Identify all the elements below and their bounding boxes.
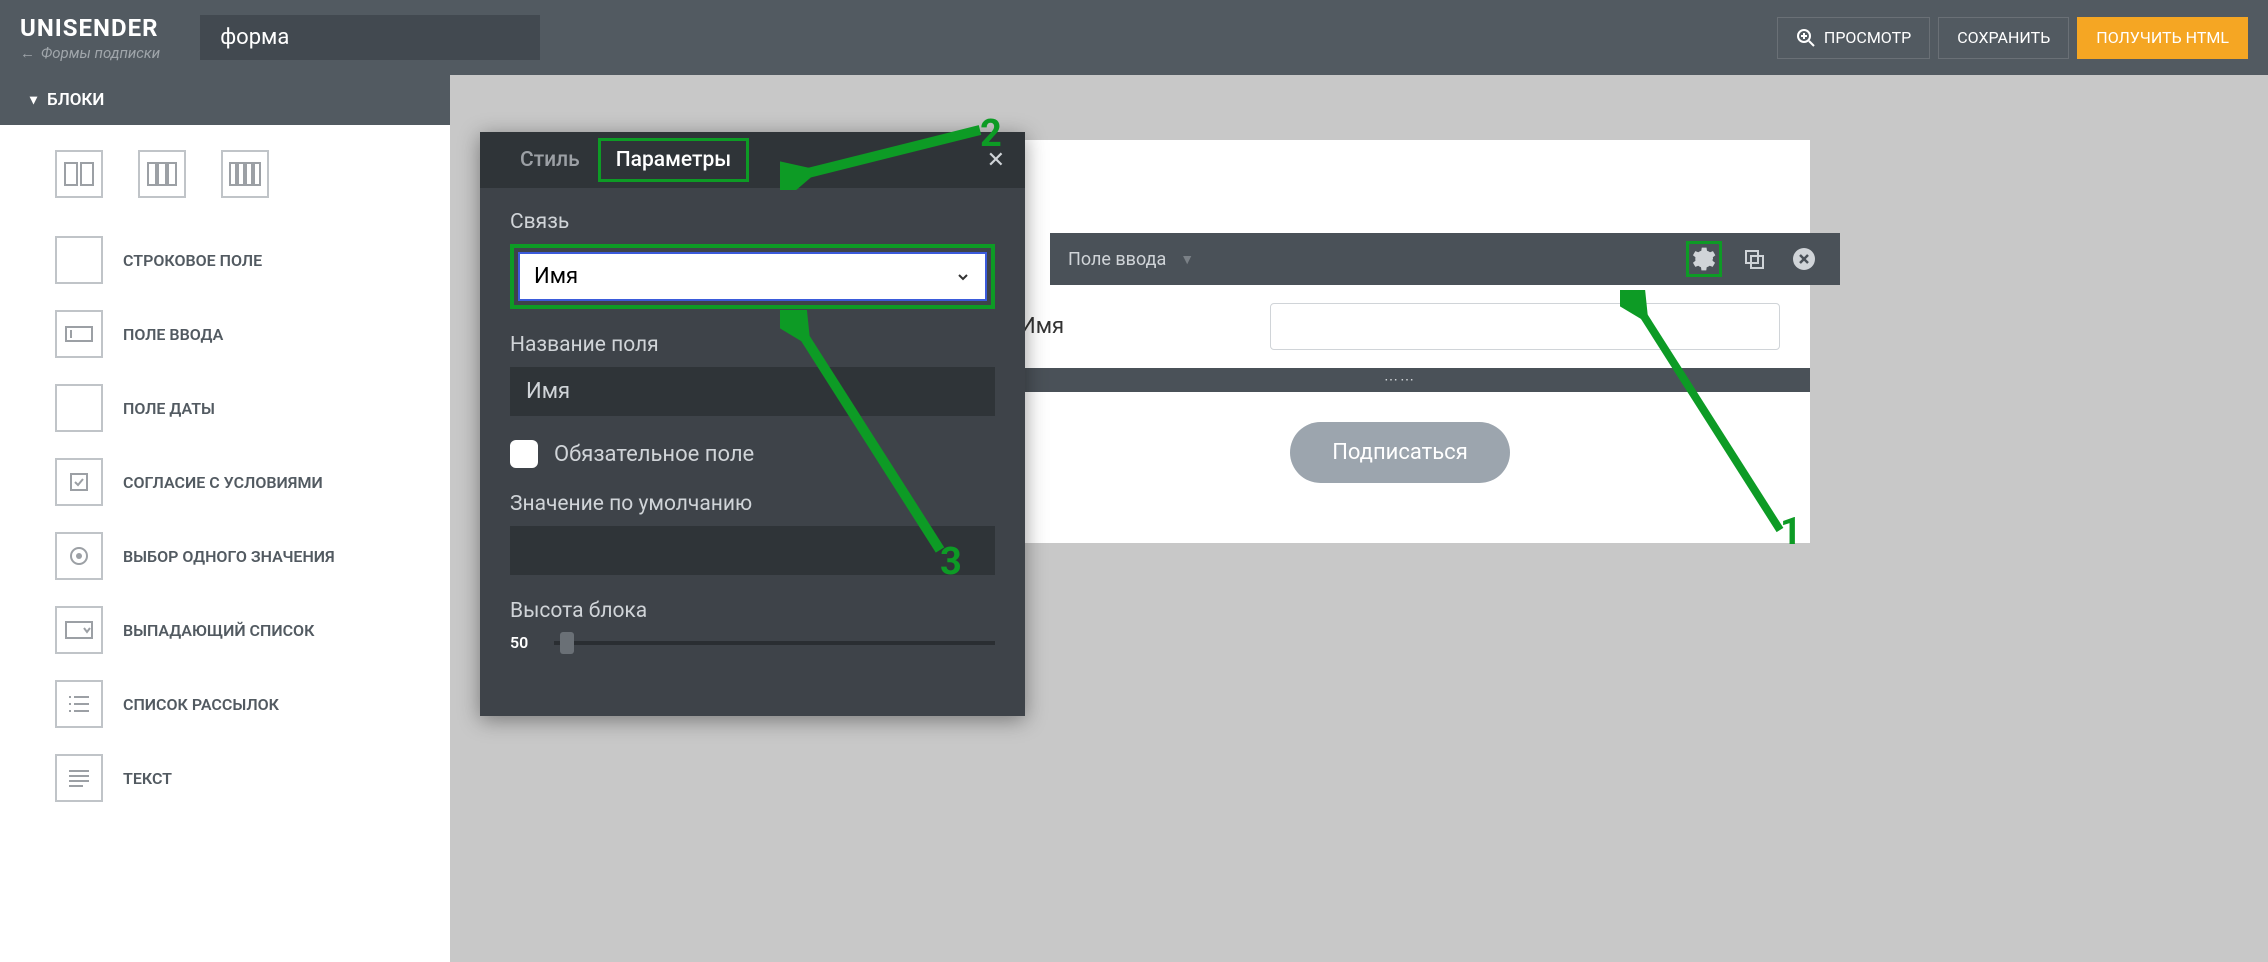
required-label: Обязательное поле <box>554 442 754 467</box>
duplicate-button[interactable] <box>1736 241 1772 277</box>
block-dropdown[interactable]: ВЫПАДАЮЩИЙ СПИСОК <box>0 593 450 667</box>
link-select-highlight: Имя <box>510 244 995 309</box>
columns-1-icon[interactable] <box>55 150 103 198</box>
save-button[interactable]: СОХРАНИТЬ <box>1938 17 2069 59</box>
input-field-icon <box>55 310 103 358</box>
slider-value: 50 <box>510 633 540 652</box>
block-label: СПИСОК РАССЫЛОК <box>123 695 279 714</box>
block-label: ПОЛЕ ДАТЫ <box>123 399 215 418</box>
date-field-icon <box>55 384 103 432</box>
block-label: ВЫПАДАЮЩИЙ СПИСОК <box>123 621 314 640</box>
slider-thumb[interactable] <box>560 632 574 654</box>
gear-icon <box>1692 247 1716 271</box>
block-label: СТРОКОВОЕ ПОЛЕ <box>123 251 262 270</box>
block-consent[interactable]: СОГЛАСИЕ С УСЛОВИЯМИ <box>0 445 450 519</box>
sidebar-section-header[interactable]: БЛОКИ <box>0 75 450 125</box>
string-field-icon <box>55 236 103 284</box>
preview-button[interactable]: ПРОСМОТР <box>1777 17 1930 59</box>
radio-icon <box>55 532 103 580</box>
field-label: Имя <box>1020 314 1250 339</box>
magnifier-plus-icon <box>1796 28 1816 48</box>
form-name-input[interactable] <box>200 15 540 60</box>
dropdown-icon <box>55 606 103 654</box>
block-radio[interactable]: ВЫБОР ОДНОГО ЗНАЧЕНИЯ <box>0 519 450 593</box>
slider-track[interactable] <box>554 641 995 645</box>
block-mailing-list[interactable]: СПИСОК РАССЫЛОК <box>0 667 450 741</box>
annotation-arrow-1 <box>1620 290 1800 550</box>
columns-3-icon[interactable] <box>221 150 269 198</box>
sidebar: БЛОКИ СТРОКОВОЕ ПОЛЕ ПОЛЕ ВВОДА ПОЛЕ ДАТ… <box>0 75 450 962</box>
block-label: ВЫБОР ОДНОГО ЗНАЧЕНИЯ <box>123 547 335 566</box>
logo-area: UNISENDER Формы подписки <box>20 14 160 62</box>
annotation-2: 2 <box>980 112 1002 156</box>
consent-icon <box>55 458 103 506</box>
block-height-slider[interactable]: 50 <box>510 633 995 652</box>
header-actions: ПРОСМОТР СОХРАНИТЬ ПОЛУЧИТЬ HTML <box>1777 17 2248 59</box>
settings-button[interactable] <box>1686 241 1722 277</box>
required-checkbox[interactable] <box>510 440 538 468</box>
delete-button[interactable] <box>1786 241 1822 277</box>
app-logo: UNISENDER <box>20 14 160 42</box>
block-list: СТРОКОВОЕ ПОЛЕ ПОЛЕ ВВОДА ПОЛЕ ДАТЫ СОГЛ… <box>0 223 450 815</box>
toolbar-element-type: Поле ввода <box>1068 249 1166 270</box>
columns-2-icon[interactable] <box>138 150 186 198</box>
block-label: ТЕКСТ <box>123 769 172 788</box>
close-circle-icon <box>1792 247 1816 271</box>
block-text[interactable]: ТЕКСТ <box>0 741 450 815</box>
tab-style[interactable]: Стиль <box>502 148 598 172</box>
block-input-field[interactable]: ПОЛЕ ВВОДА <box>0 297 450 371</box>
block-label: СОГЛАСИЕ С УСЛОВИЯМИ <box>123 473 323 492</box>
block-date-field[interactable]: ПОЛЕ ДАТЫ <box>0 371 450 445</box>
annotation-arrow-2 <box>780 120 1000 190</box>
get-html-button[interactable]: ПОЛУЧИТЬ HTML <box>2077 17 2248 59</box>
link-label: Связь <box>510 210 995 234</box>
breadcrumb-back[interactable]: Формы подписки <box>20 44 160 62</box>
app-header: UNISENDER Формы подписки ПРОСМОТР СОХРАН… <box>0 0 2268 75</box>
list-icon <box>55 680 103 728</box>
text-icon <box>55 754 103 802</box>
preview-label: ПРОСМОТР <box>1824 28 1911 47</box>
subscribe-button[interactable]: Подписаться <box>1290 422 1510 483</box>
annotation-arrow-3 <box>780 310 960 570</box>
link-select[interactable]: Имя <box>518 252 987 301</box>
copy-icon <box>1743 248 1765 270</box>
tab-parameters[interactable]: Параметры <box>598 138 749 182</box>
block-label: ПОЛЕ ВВОДА <box>123 325 223 344</box>
block-string-field[interactable]: СТРОКОВОЕ ПОЛЕ <box>0 223 450 297</box>
annotation-3: 3 <box>940 540 962 584</box>
block-height-label: Высота блока <box>510 599 995 623</box>
annotation-1: 1 <box>1780 510 1802 554</box>
chevron-down-icon[interactable]: ▼ <box>1180 251 1194 268</box>
element-toolbar: Поле ввода ▼ <box>1050 233 1840 285</box>
column-blocks-row <box>0 125 450 223</box>
